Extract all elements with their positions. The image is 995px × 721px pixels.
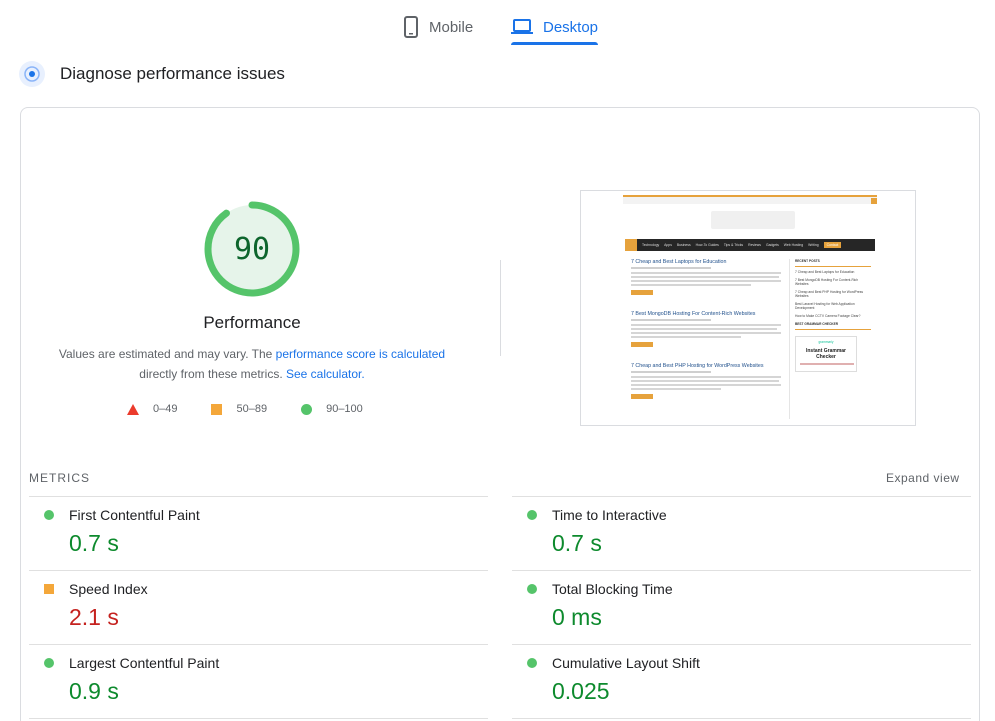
tab-active-indicator — [511, 42, 599, 45]
nav-item: Technology — [642, 243, 660, 247]
post-title: 7 Cheap and Best Laptops for Education — [631, 259, 727, 265]
legend-label: 50–89 — [236, 403, 268, 415]
sidebar-item: Best Laravel Hosting for Web Application… — [795, 302, 855, 310]
nav-item: Apps — [664, 243, 672, 247]
average-square-icon — [211, 403, 223, 415]
metric-time-to-interactive: Time to Interactive 0.7 s — [512, 497, 962, 571]
diagnose-header: Diagnose performance issues — [19, 61, 285, 87]
sidebar-heading: BEST GRAMMAR CHECKER — [795, 322, 839, 326]
performance-score: 90 — [233, 231, 271, 267]
metric-name: Largest Contentful Paint — [69, 655, 220, 671]
sidebar-heading: RECENT POSTS — [795, 259, 820, 263]
pass-circle-icon — [527, 510, 537, 520]
diagnose-icon — [19, 61, 45, 87]
post: 7 Cheap and Best Laptops for Education — [631, 259, 787, 295]
legend-item-pass: 90–100 — [301, 403, 363, 415]
performance-label: Performance — [203, 313, 301, 332]
ad-title: Instant Grammar Checker — [805, 348, 846, 360]
laptop-icon — [511, 19, 533, 34]
ad-brand: grammarly — [818, 340, 834, 344]
note-text-2: directly from these metrics. — [139, 367, 286, 381]
tab-mobile-label: Mobile — [429, 18, 474, 36]
legend-label: 90–100 — [326, 403, 363, 415]
metric-name: First Contentful Paint — [69, 507, 200, 523]
post-title: 7 Best MongoDB Hosting For Content-Rich … — [631, 311, 756, 317]
final-screenshot[interactable]: Technology Apps Business How-To Guides T… — [580, 190, 916, 426]
pass-circle-icon — [301, 403, 313, 415]
metric-value: 0.7 s — [552, 530, 602, 556]
metric-cumulative-layout-shift: Cumulative Layout Shift 0.025 — [512, 645, 962, 719]
post: 7 Cheap and Best PHP Hosting for WordPre… — [631, 363, 787, 399]
nav-item: Tips & Tricks — [723, 243, 744, 247]
performance-score-link[interactable]: performance score is calculated — [276, 347, 445, 361]
pass-circle-icon — [44, 510, 54, 520]
nav-item: Web Hosting — [783, 243, 804, 247]
metric-value: 0.9 s — [69, 678, 119, 704]
vertical-divider — [500, 260, 501, 356]
screenshot-sidebar: RECENT POSTS 7 Cheap and Best Laptops fo… — [795, 259, 871, 372]
metric-name: Cumulative Layout Shift — [552, 655, 700, 671]
section-title: Diagnose performance issues — [60, 64, 285, 83]
metric-value: 0.025 — [552, 678, 610, 704]
performance-gauge: 90 — [203, 200, 301, 298]
pass-circle-icon — [527, 584, 537, 594]
average-square-icon — [44, 584, 54, 594]
screenshot-topbar — [623, 197, 877, 204]
read-more-button — [631, 342, 653, 347]
nav-item: Contact — [823, 242, 842, 248]
pass-circle-icon — [527, 658, 537, 668]
screenshot-posts: 7 Cheap and Best Laptops for Education 7… — [631, 259, 787, 415]
metric-speed-index: Speed Index 2.1 s — [29, 571, 479, 645]
sidebar-item: 7 Cheap and Best Laptops for Education — [795, 270, 855, 274]
metric-name: Time to Interactive — [552, 507, 667, 523]
legend-label: 0–49 — [153, 403, 178, 415]
fail-triangle-icon — [127, 403, 139, 415]
search-icon — [871, 198, 877, 204]
legend-item-fail: 0–49 — [127, 403, 177, 415]
tab-desktop[interactable]: Desktop — [511, 9, 599, 45]
performance-note: Values are estimated and may vary. The p… — [52, 344, 452, 384]
screenshot-nav: Technology Apps Business How-To Guides T… — [625, 239, 875, 251]
screenshot-logo — [711, 211, 795, 229]
nav-item: Writing — [808, 243, 819, 247]
metric-value: 0.7 s — [69, 530, 119, 556]
expand-view-button[interactable]: Expand view — [886, 471, 960, 485]
tab-desktop-label: Desktop — [543, 18, 599, 36]
home-icon — [625, 239, 637, 251]
pass-circle-icon — [44, 658, 54, 668]
post-title: 7 Cheap and Best PHP Hosting for WordPre… — [631, 363, 764, 369]
nav-item: Business — [676, 243, 691, 247]
screenshot-page: Technology Apps Business How-To Guides T… — [623, 195, 877, 423]
metrics-heading: METRICS — [29, 471, 90, 485]
sidebar-ad: grammarly Instant Grammar Checker — [795, 336, 857, 372]
metric-value: 2.1 s — [69, 604, 119, 630]
post: 7 Best MongoDB Hosting For Content-Rich … — [631, 311, 787, 347]
sidebar-item: 7 Best MongoDB Hosting For Content-Rich … — [795, 278, 859, 286]
metric-total-blocking-time: Total Blocking Time 0 ms — [512, 571, 962, 645]
device-tabs: Mobile Desktop — [0, 0, 995, 46]
metric-first-contentful-paint: First Contentful Paint 0.7 s — [29, 497, 479, 571]
read-more-button — [631, 290, 653, 295]
nav-item: Reviews — [748, 243, 761, 247]
see-calculator-link[interactable]: See calculator. — [286, 367, 365, 381]
note-text-1: Values are estimated and may vary. The — [58, 347, 276, 361]
nav-item: How-To Guides — [695, 243, 719, 247]
sidebar-item: How to Make CCTV Camera Footage Clear? — [795, 314, 861, 318]
read-more-button — [631, 394, 653, 399]
metric-largest-contentful-paint: Largest Contentful Paint 0.9 s — [29, 645, 479, 719]
nav-item: Gadgets — [765, 243, 779, 247]
metric-value: 0 ms — [552, 604, 602, 630]
score-legend: 0–49 50–89 90–100 — [127, 403, 397, 415]
smartphone-icon — [404, 16, 418, 38]
legend-item-average: 50–89 — [211, 403, 267, 415]
sidebar-item: 7 Cheap and Best PHP Hosting for WordPre… — [795, 290, 864, 298]
metric-name: Speed Index — [69, 581, 148, 597]
tab-mobile[interactable]: Mobile — [403, 9, 473, 45]
metric-name: Total Blocking Time — [552, 581, 673, 597]
